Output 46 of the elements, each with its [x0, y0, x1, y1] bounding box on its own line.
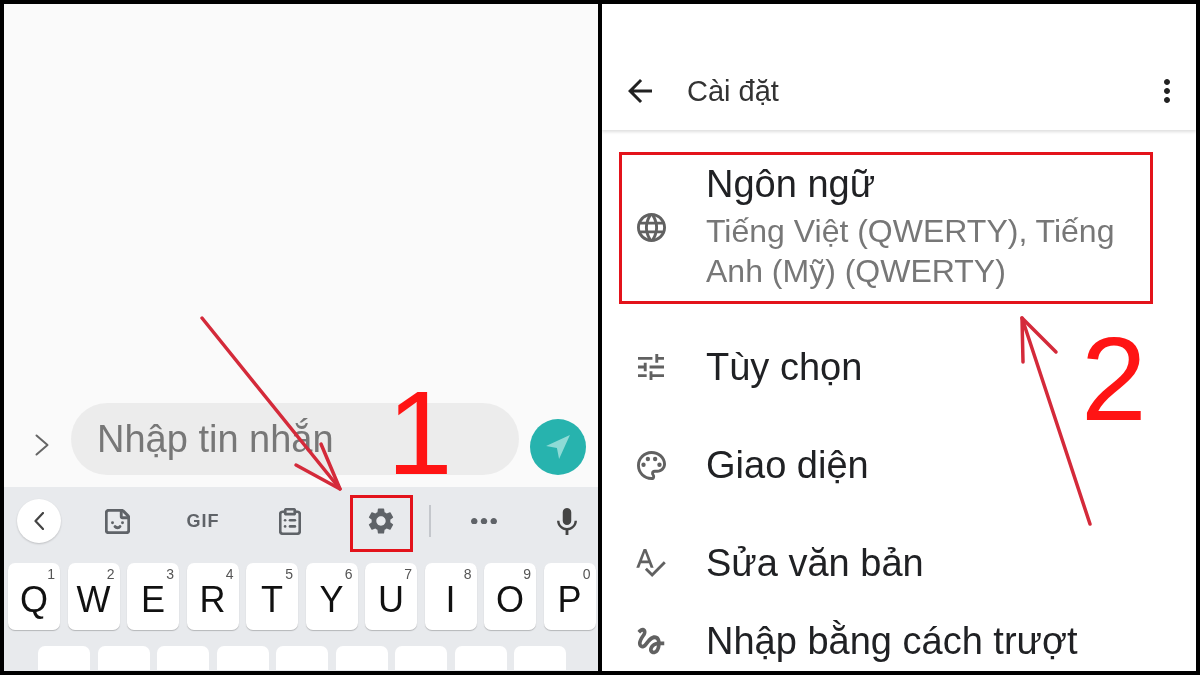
- key-hint: 5: [285, 566, 293, 582]
- send-icon: [545, 434, 571, 460]
- key-hint: 8: [463, 566, 472, 582]
- microphone-icon[interactable]: [557, 507, 577, 535]
- collapse-button[interactable]: [17, 499, 61, 543]
- key-hint: 9: [523, 566, 531, 582]
- globe-icon: [636, 212, 666, 242]
- keyboard-key[interactable]: R 4: [186, 563, 239, 630]
- clipboard-icon[interactable]: [279, 507, 301, 535]
- screen-title: Cài đặt: [687, 75, 779, 107]
- step-number: 2: [1081, 320, 1147, 438]
- key-hint: 6: [344, 566, 353, 582]
- key-hint: 3: [166, 566, 174, 582]
- keyboard-key[interactable]: Y 6: [305, 563, 358, 630]
- back-arrow-icon[interactable]: [628, 79, 652, 103]
- setting-title[interactable]: Ngôn ngữ: [706, 163, 1146, 205]
- keyboard-key[interactable]: U 7: [365, 563, 417, 630]
- setting-summary: Tiếng Việt (QWERTY), Tiếng Anh (Mỹ) (QWERTY): [706, 212, 1116, 291]
- keyboard-key[interactable]: W 2: [67, 563, 120, 630]
- key-hint: 0: [582, 566, 591, 582]
- key-hint: 4: [225, 566, 234, 582]
- kebab-menu-icon[interactable]: [1164, 79, 1170, 103]
- sliders-icon: [638, 354, 664, 380]
- key-hint: 1: [47, 566, 55, 582]
- send-button[interactable]: [530, 419, 586, 475]
- sticker-icon[interactable]: [104, 508, 130, 534]
- keyboard-key[interactable]: O 9: [484, 563, 536, 630]
- setting-title[interactable]: Nhập bằng cách trượt: [706, 620, 1078, 662]
- gif-button[interactable]: GIF: [182, 507, 224, 535]
- key-hint: 2: [106, 566, 115, 582]
- keyboard-key[interactable]: E 3: [127, 563, 179, 630]
- spellcheck-icon: [636, 549, 666, 577]
- setting-title[interactable]: Giao diện: [706, 444, 869, 486]
- setting-title[interactable]: Sửa văn bản: [706, 542, 924, 584]
- more-icon[interactable]: [471, 517, 497, 525]
- key-hint: 7: [404, 566, 412, 582]
- keyboard-key[interactable]: T 5: [246, 563, 298, 630]
- keyboard-key[interactable]: Q 1: [8, 563, 60, 630]
- keyboard-key[interactable]: I 8: [424, 563, 477, 630]
- settings-icon[interactable]: [368, 508, 394, 534]
- chevron-right-icon[interactable]: [35, 434, 49, 456]
- setting-title[interactable]: Tùy chọn: [706, 346, 863, 388]
- keyboard-key[interactable]: P 0: [543, 563, 596, 630]
- chevron-left-icon: [34, 512, 44, 530]
- gesture-icon: [637, 627, 665, 655]
- palette-icon: [636, 450, 666, 480]
